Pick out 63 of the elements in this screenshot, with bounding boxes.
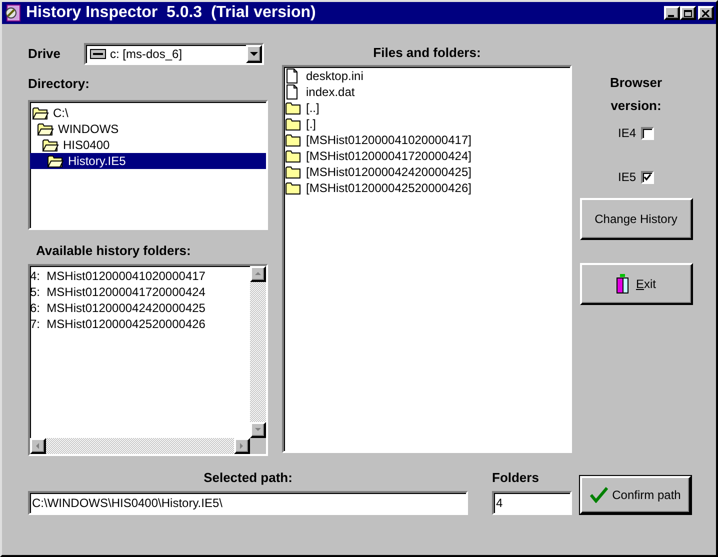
- history-folder-item[interactable]: 7: MSHist012000042520000426: [30, 316, 250, 332]
- dropdown-arrow-icon: [250, 52, 258, 56]
- close-button[interactable]: [698, 6, 714, 20]
- folder-item[interactable]: [MSHist012000042420000425]: [285, 164, 570, 180]
- close-icon: [702, 10, 710, 16]
- selected-path-label: Selected path:: [204, 469, 292, 487]
- scrollbar-corner: [250, 438, 266, 454]
- file-icon: [285, 84, 299, 100]
- history-folders-label: Available history folders:: [35, 242, 192, 260]
- scroll-up-button[interactable]: [250, 266, 266, 282]
- scroll-left-button[interactable]: [30, 438, 46, 454]
- folder-icon: [47, 154, 64, 168]
- minimize-button[interactable]: [664, 6, 680, 20]
- scroll-right-button[interactable]: [234, 438, 250, 454]
- tree-item[interactable]: History.IE5: [30, 152, 266, 168]
- tree-item[interactable]: C:\: [30, 104, 266, 120]
- files-label: Files and folders:: [372, 44, 482, 62]
- folder-item[interactable]: [MSHist012000041720000424]: [285, 148, 570, 164]
- file-item[interactable]: desktop.ini: [285, 68, 570, 84]
- folder-item[interactable]: [MSHist012000041020000417]: [285, 132, 570, 148]
- file-item[interactable]: index.dat: [285, 84, 570, 100]
- tree-item[interactable]: WINDOWS: [30, 120, 266, 136]
- folder-icon: [285, 116, 302, 130]
- app-icon: [4, 4, 22, 22]
- tree-item[interactable]: HIS0400: [30, 136, 266, 152]
- folder-icon: [32, 106, 49, 120]
- folder-icon: [285, 100, 302, 114]
- history-folder-item[interactable]: 4: MSHist012000041020000417: [30, 268, 250, 284]
- drive-icon: [90, 49, 106, 59]
- confirm-path-button[interactable]: Confirm path: [580, 476, 691, 514]
- folders-field[interactable]: 4: [492, 490, 572, 514]
- checkmark-icon: [590, 487, 608, 503]
- maximize-button[interactable]: [680, 6, 696, 20]
- horizontal-scrollbar[interactable]: [30, 438, 250, 454]
- checkbox-label: IE5: [618, 169, 636, 186]
- directory-label: Directory:: [28, 75, 90, 93]
- folder-icon: [37, 122, 54, 136]
- folders-label: Folders: [492, 469, 540, 487]
- version-checkbox[interactable]: [641, 170, 654, 184]
- checkbox-label: IE4: [618, 125, 636, 142]
- change-history-button[interactable]: Change History: [580, 198, 692, 240]
- folder-item[interactable]: [.]: [285, 116, 570, 132]
- folder-icon: [285, 132, 302, 146]
- version-checkbox[interactable]: [641, 126, 654, 140]
- exit-button[interactable]: Exit: [580, 263, 692, 305]
- window-title: History Inspector 5.0.3 (Trial version): [26, 3, 317, 23]
- exit-door-icon: [616, 274, 630, 294]
- folder-item[interactable]: [..]: [285, 100, 570, 116]
- maximize-icon: [684, 10, 692, 16]
- selected-path-field[interactable]: C:\WINDOWS\HIS0400\History.IE5\: [28, 490, 468, 514]
- folder-icon: [285, 164, 302, 178]
- history-folder-item[interactable]: 5: MSHist012000041720000424: [30, 284, 250, 300]
- drive-dropdown[interactable]: c: [ms-dos_6]: [84, 43, 264, 65]
- browser-version-label: Browser version:: [608, 74, 664, 115]
- check-icon: [644, 174, 651, 180]
- file-icon: [285, 68, 299, 84]
- drive-label: Drive: [28, 45, 62, 64]
- folder-icon: [285, 180, 302, 194]
- folder-icon: [42, 138, 59, 152]
- folder-icon: [285, 148, 302, 162]
- vertical-scrollbar[interactable]: [250, 266, 266, 438]
- scroll-down-button[interactable]: [250, 422, 266, 438]
- folder-item[interactable]: [MSHist012000042520000426]: [285, 180, 570, 196]
